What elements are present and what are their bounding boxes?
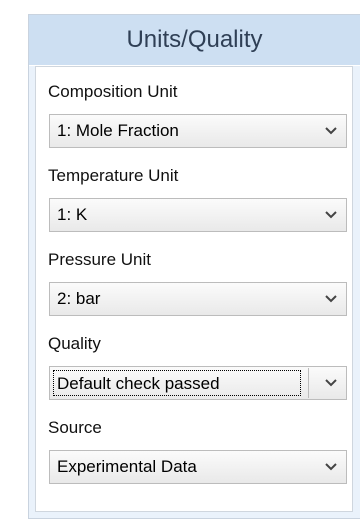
chevron-down-icon[interactable] (324, 124, 338, 138)
units-quality-panel: Units/Quality Composition Unit 1: Mole F… (28, 14, 360, 519)
source-dropdown[interactable]: Experimental Data (49, 450, 347, 484)
panel-body: Composition Unit 1: Mole Fraction Temper… (35, 66, 353, 512)
pressure-unit-label: Pressure Unit (48, 250, 151, 269)
source-label: Source (48, 418, 102, 437)
temperature-unit-dropdown[interactable]: 1: K (49, 198, 347, 232)
quality-label: Quality (48, 334, 101, 353)
quality-value: Default check passed (53, 370, 301, 396)
chevron-down-icon[interactable] (324, 208, 338, 222)
pressure-unit-dropdown[interactable]: 2: bar (49, 282, 347, 316)
chevron-down-icon[interactable] (324, 460, 338, 474)
temperature-unit-value: 1: K (57, 205, 88, 224)
temperature-unit-label: Temperature Unit (48, 166, 179, 185)
source-value: Experimental Data (57, 457, 197, 476)
dropdown-divider (308, 368, 309, 398)
pressure-unit-value: 2: bar (57, 289, 101, 308)
quality-dropdown[interactable]: Default check passed (49, 366, 347, 400)
composition-unit-dropdown[interactable]: 1: Mole Fraction (49, 114, 347, 148)
composition-unit-value: 1: Mole Fraction (57, 121, 179, 140)
panel-title: Units/Quality (29, 15, 360, 66)
chevron-down-icon[interactable] (324, 376, 338, 390)
chevron-down-icon[interactable] (324, 292, 338, 306)
composition-unit-label: Composition Unit (48, 82, 178, 101)
